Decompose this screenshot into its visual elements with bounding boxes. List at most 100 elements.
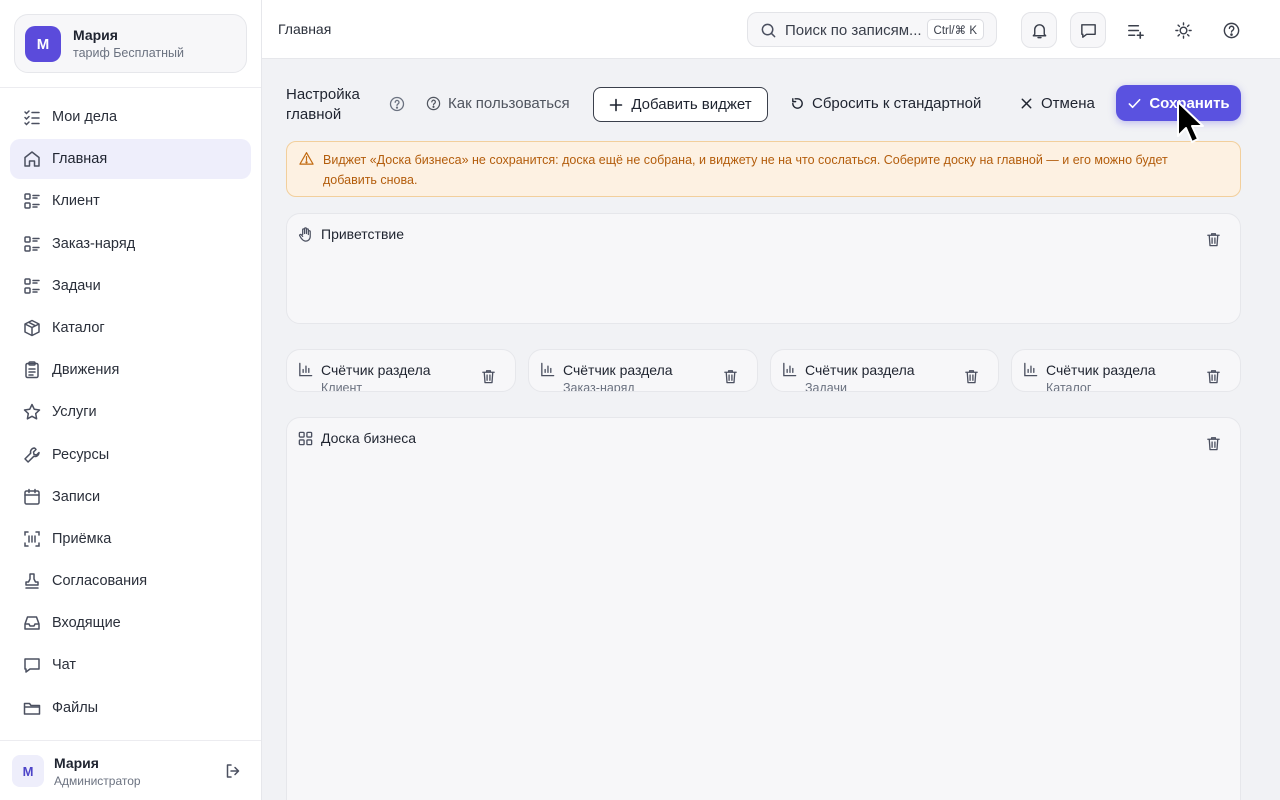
widget-title: Доска бизнеса [321, 430, 417, 446]
dashboard-grid-icon [298, 431, 313, 446]
sidebar-item-approvals[interactable]: Согласования [10, 561, 251, 601]
widget-subtitle: Заказ-наряд [563, 381, 635, 392]
search-input[interactable]: Поиск по записям... Ctrl/⌘ K [747, 12, 997, 47]
help-icon[interactable] [389, 96, 405, 112]
user-avatar[interactable]: М [12, 755, 44, 787]
stamp-icon [25, 573, 39, 589]
add-task-button[interactable] [1117, 12, 1153, 48]
sidebar-item-label: Приёмка [52, 530, 112, 547]
sidebar-item-services[interactable]: Услуги [10, 392, 251, 432]
sidebar-item-records[interactable]: Записи [10, 477, 251, 517]
notifications-button[interactable] [1021, 12, 1057, 48]
list-add-icon [1127, 24, 1144, 39]
account-plan: тариф Бесплатный [73, 46, 184, 60]
search-shortcut: Ctrl/⌘ K [926, 19, 984, 40]
widget-greeting[interactable]: Приветствие [286, 213, 1241, 324]
cancel-button[interactable]: Отмена [1019, 95, 1095, 112]
bar-chart-icon [1024, 362, 1038, 377]
sidebar-item-label: Движения [52, 362, 120, 379]
sidebar-item-label: Входящие [52, 615, 121, 632]
sidebar-item-label: Мои дела [52, 109, 118, 125]
sidebar-item-reception[interactable]: Приёмка [10, 519, 251, 559]
user-name: Мария [54, 755, 99, 771]
list-icon [24, 235, 40, 252]
trash-icon[interactable] [963, 368, 980, 385]
trash-icon[interactable] [722, 368, 739, 385]
widget-business-board[interactable]: Доска бизнеса [286, 417, 1241, 800]
sidebar-item-client[interactable]: Клиент [10, 181, 251, 221]
widget-counter[interactable]: Счётчик раздела Каталог [1011, 349, 1241, 392]
wrench-icon [24, 446, 40, 463]
sun-icon [1174, 21, 1192, 39]
page-title: Настройка главной [286, 86, 360, 123]
logout-icon[interactable] [224, 762, 242, 780]
home-icon [24, 151, 40, 167]
account-switcher[interactable]: М Мария тариф Бесплатный [14, 14, 247, 73]
box-icon [24, 319, 40, 337]
sidebar-item-work-order[interactable]: Заказ-наряд [10, 224, 251, 264]
widget-counter[interactable]: Счётчик раздела Задачи [770, 349, 999, 392]
close-icon [1021, 98, 1032, 109]
search-placeholder: Поиск по записям... [785, 22, 922, 39]
user-panel: М Мария Администратор [0, 740, 261, 800]
trash-icon[interactable] [480, 368, 497, 385]
sidebar-item-movements[interactable]: Движения [10, 350, 251, 390]
sidebar-item-inbox[interactable]: Входящие [10, 603, 251, 643]
sidebar-item-label: Задачи [52, 277, 101, 294]
widget-title: Счётчик раздела [563, 362, 673, 378]
add-widget-label: Добавить виджет [631, 96, 752, 113]
plus-icon [610, 98, 623, 111]
sidebar-item-label: Чат [52, 657, 77, 674]
warning-icon [299, 152, 314, 165]
account-avatar: М [25, 26, 61, 62]
widget-subtitle: Клиент [321, 381, 363, 392]
star-icon [23, 404, 41, 420]
sidebar-item-label: Записи [52, 488, 101, 505]
widget-counter[interactable]: Счётчик раздела Заказ-наряд [528, 349, 758, 392]
reset-default-button[interactable]: Сбросить к стандартной [790, 95, 981, 112]
warning-banner: Виджет «Доска бизнеса» не сохранится: до… [286, 141, 1241, 197]
messages-button[interactable] [1070, 12, 1106, 48]
widget-subtitle: Задачи [805, 381, 847, 392]
bar-chart-icon [783, 362, 797, 377]
trash-icon[interactable] [1205, 231, 1222, 248]
chat-icon [24, 658, 40, 674]
sidebar-item-files[interactable]: Файлы [10, 688, 251, 728]
how-to-use-label: Как пользоваться [448, 95, 570, 112]
sidebar-item-resources[interactable]: Ресурсы [10, 435, 251, 475]
sidebar-item-label: Ресурсы [52, 446, 110, 463]
sidebar-item-my-tasks[interactable]: Мои дела [10, 97, 251, 137]
help-button[interactable] [1213, 12, 1249, 48]
scan-icon [24, 531, 40, 547]
account-name: Мария [73, 27, 118, 43]
sidebar-item-tasks[interactable]: Задачи [10, 266, 251, 306]
reset-default-label: Сбросить к стандартной [812, 95, 982, 112]
add-widget-button[interactable]: Добавить виджет [593, 87, 768, 122]
sidebar-nav: Мои дела Главная Клиент Заказ-наряд Зада… [10, 97, 251, 730]
sidebar-item-label: Заказ-наряд [52, 235, 136, 252]
mouse-cursor-icon [1177, 101, 1204, 143]
warning-text: Виджет «Доска бизнеса» не сохранится: до… [323, 153, 1168, 187]
sidebar: М Мария тариф Бесплатный Мои дела Главна… [0, 0, 262, 800]
sidebar-item-catalog[interactable]: Каталог [10, 308, 251, 348]
sidebar-item-label: Главная [52, 151, 108, 168]
help-icon [426, 96, 441, 111]
sidebar-item-label: Согласования [52, 573, 148, 590]
cancel-label: Отмена [1041, 95, 1095, 112]
theme-toggle-button[interactable] [1165, 12, 1201, 48]
sidebar-divider [0, 87, 261, 88]
widget-title: Приветствие [321, 226, 404, 242]
trash-icon[interactable] [1205, 368, 1222, 385]
sidebar-item-chat[interactable]: Чат [10, 645, 251, 685]
drag-hand-icon[interactable] [297, 226, 314, 243]
how-to-use-link[interactable]: Как пользоваться [426, 95, 570, 112]
widget-counter[interactable]: Счётчик раздела Клиент [286, 349, 516, 392]
main-content: Настройка главной Как пользоваться Добав… [262, 60, 1280, 800]
breadcrumb[interactable]: Главная [278, 21, 331, 37]
sidebar-item-home[interactable]: Главная [10, 139, 251, 180]
user-role: Администратор [54, 774, 141, 788]
trash-icon[interactable] [1205, 435, 1222, 452]
widget-title: Счётчик раздела [805, 362, 915, 378]
folder-icon [23, 702, 41, 715]
topbar: Главная Поиск по записям... Ctrl/⌘ K [262, 0, 1280, 59]
